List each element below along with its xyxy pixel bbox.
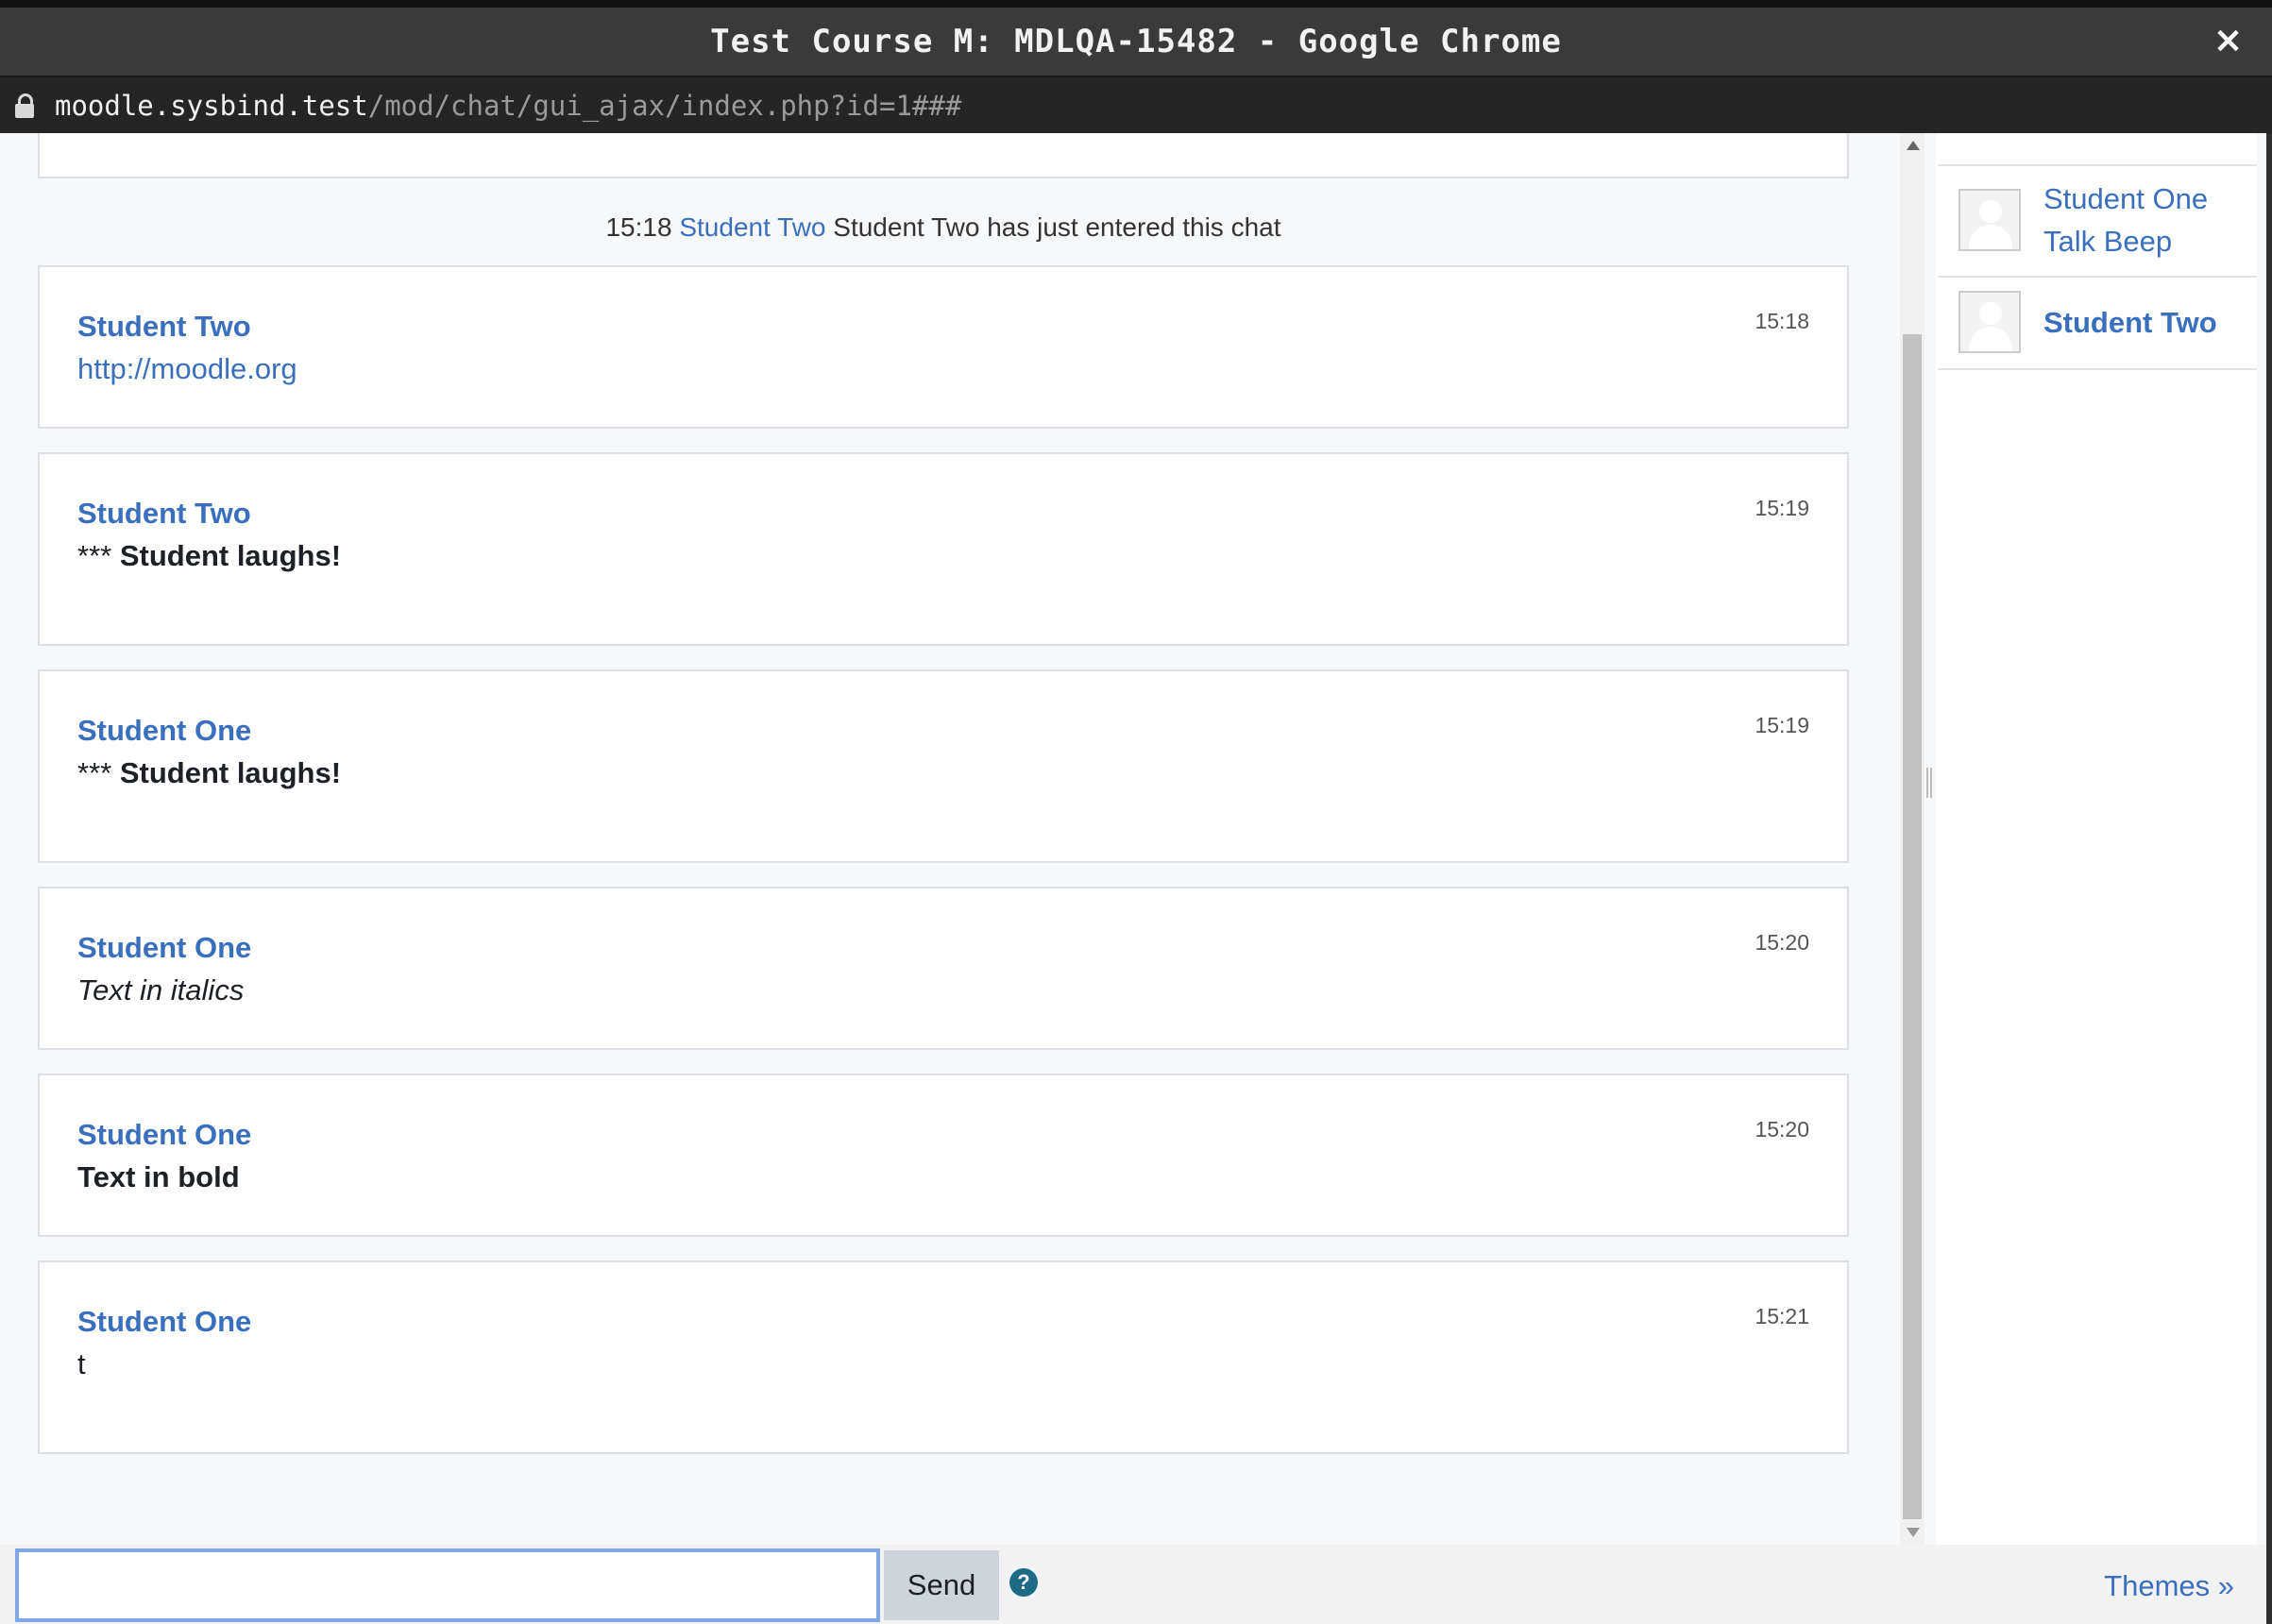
themes-link[interactable]: Themes » (2104, 1569, 2234, 1603)
notice-user-link[interactable]: Student Two (679, 212, 825, 242)
message-box: Student One 15:21 t (38, 1260, 1849, 1454)
message-author[interactable]: Student One (77, 714, 251, 748)
message-author[interactable]: Student One (77, 1305, 251, 1339)
help-icon[interactable]: ? (1009, 1568, 1038, 1597)
user-name-line2: Talk Beep (2043, 225, 2173, 258)
close-icon[interactable]: × (2206, 17, 2251, 62)
message-author[interactable]: Student One (77, 931, 251, 965)
user-name-line1: Student One (2043, 182, 2209, 215)
window-top-edge (0, 0, 2272, 8)
url-path: /mod/chat/gui_ajax/index.php?id=1### (367, 90, 962, 122)
user-name[interactable]: Student One Talk Beep (2043, 178, 2208, 262)
message-box: Student One 15:19 *** Student laughs! (38, 669, 1849, 863)
message-text: Text in bold (77, 1160, 240, 1194)
message-time: 15:20 (1755, 930, 1809, 955)
window-titlebar: Test Course M: MDLQA-15482 - Google Chro… (0, 8, 2272, 76)
message-box: Student Two 15:18 http://moodle.org (38, 265, 1849, 429)
scroll-down-arrow-icon[interactable] (1907, 1528, 1920, 1537)
address-bar[interactable]: moodle.sysbind.test/mod/chat/gui_ajax/in… (0, 76, 2272, 134)
message-text: t (77, 1347, 86, 1380)
message-author[interactable]: Student Two (77, 310, 251, 344)
message-time: 15:21 (1755, 1304, 1809, 1328)
message-box-previous (38, 133, 1849, 178)
panel-resize-handle[interactable] (1926, 768, 1932, 798)
avatar (1958, 189, 2021, 251)
system-notice: 15:18 Student Two Student Two has just e… (38, 212, 1849, 243)
action-prefix: *** (77, 756, 112, 789)
message-box: Student One 15:20 Text in italics (38, 887, 1849, 1050)
scroll-up-arrow-icon[interactable] (1907, 141, 1920, 150)
message-author[interactable]: Student Two (77, 497, 251, 531)
avatar (1958, 291, 2021, 353)
message-link[interactable]: http://moodle.org (77, 352, 297, 386)
message-text: *** Student laughs! (77, 756, 341, 790)
chat-scrollbar[interactable] (1900, 133, 1924, 1545)
message-time: 15:18 (1755, 309, 1809, 333)
action-text: Student laughs! (119, 756, 342, 789)
message-time: 15:20 (1755, 1117, 1809, 1142)
user-list-item[interactable]: Student Two (1938, 278, 2257, 370)
lock-icon (15, 93, 34, 118)
action-text: Student laughs! (119, 539, 342, 572)
message-text: Text in italics (77, 973, 245, 1007)
message-box: Student Two 15:19 *** Student laughs! (38, 452, 1849, 646)
send-button[interactable]: Send (884, 1550, 999, 1620)
window-title: Test Course M: MDLQA-15482 - Google Chro… (710, 23, 1562, 60)
message-input[interactable] (15, 1548, 880, 1622)
message-time: 15:19 (1755, 496, 1809, 520)
user-name[interactable]: Student Two (2043, 301, 2217, 344)
message-text: *** Student laughs! (77, 539, 341, 573)
action-prefix: *** (77, 539, 112, 572)
message-input-bar: Send ? Themes » (0, 1545, 2266, 1624)
message-box: Student One 15:20 Text in bold (38, 1074, 1849, 1237)
chat-page: 15:18 Student Two Student Two has just e… (0, 133, 2266, 1624)
bold-text: Text in bold (77, 1160, 240, 1193)
notice-time: 15:18 (605, 212, 672, 242)
message-time: 15:19 (1755, 713, 1809, 737)
scrollbar-thumb[interactable] (1903, 334, 1922, 1519)
url-host: moodle.sysbind.test (55, 90, 368, 122)
notice-text: Student Two has just entered this chat (833, 212, 1281, 242)
user-list-item[interactable]: Student One Talk Beep (1938, 166, 2257, 278)
users-list-panel: Student One Talk Beep Student Two (1936, 133, 2257, 1545)
message-author[interactable]: Student One (77, 1118, 251, 1152)
chat-messages-area: 15:18 Student Two Student Two has just e… (0, 133, 1898, 1545)
